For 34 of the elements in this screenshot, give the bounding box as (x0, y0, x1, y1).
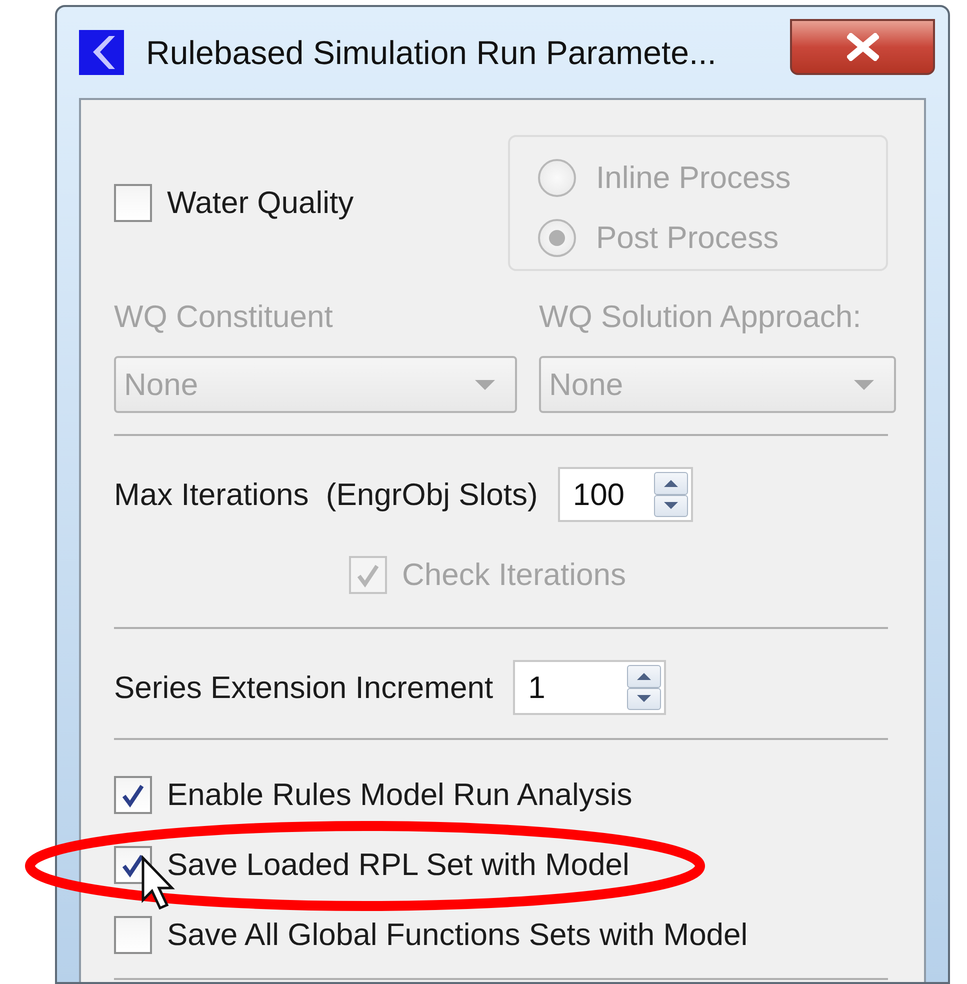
radio-label: Inline Process (596, 160, 791, 196)
spin-up-button[interactable] (654, 472, 688, 494)
checkbox-label: Water Quality (167, 185, 354, 221)
check-mark-icon (120, 782, 146, 808)
field-label: WQ Constituent (114, 299, 334, 335)
spinner[interactable]: 100 (558, 467, 693, 522)
field-label: Series Extension Increment (114, 670, 494, 706)
caret-up-icon (637, 672, 652, 680)
number-field[interactable]: 1 (518, 665, 628, 710)
check-mark-icon (355, 562, 381, 588)
caret-down-icon (637, 695, 652, 702)
spin-up-button[interactable] (627, 665, 662, 688)
checkbox-label: Enable Rules Model Run Analysis (167, 777, 632, 813)
spin-down-button[interactable] (627, 688, 662, 710)
radio-label: Post Process (596, 220, 779, 256)
checkbox[interactable] (114, 776, 152, 814)
spin-down-button[interactable] (654, 494, 688, 517)
spinner[interactable]: 1 (513, 660, 666, 715)
checkbox-label: Save All Global Functions Sets with Model (167, 917, 748, 953)
field-label: WQ Solution Approach: (539, 299, 862, 335)
caret-icon (475, 380, 495, 390)
checkbox[interactable] (114, 916, 152, 954)
close-button[interactable] (790, 19, 935, 75)
app-logo-icon (79, 30, 124, 75)
number-field[interactable]: 100 (562, 472, 654, 517)
caret-up-icon (664, 480, 678, 487)
caret-down-icon (664, 502, 678, 510)
window-title: Rulebased Simulation Run Paramete... (146, 34, 716, 72)
field-label: Max Iterations (EngrObj Slots) (114, 476, 538, 512)
close-icon (846, 33, 878, 61)
caret-icon (854, 380, 874, 390)
checkbox[interactable] (114, 184, 152, 222)
checkbox-label: Save Loaded RPL Set with Model (167, 847, 630, 883)
checkbox-label: Check Iterations (402, 557, 626, 593)
